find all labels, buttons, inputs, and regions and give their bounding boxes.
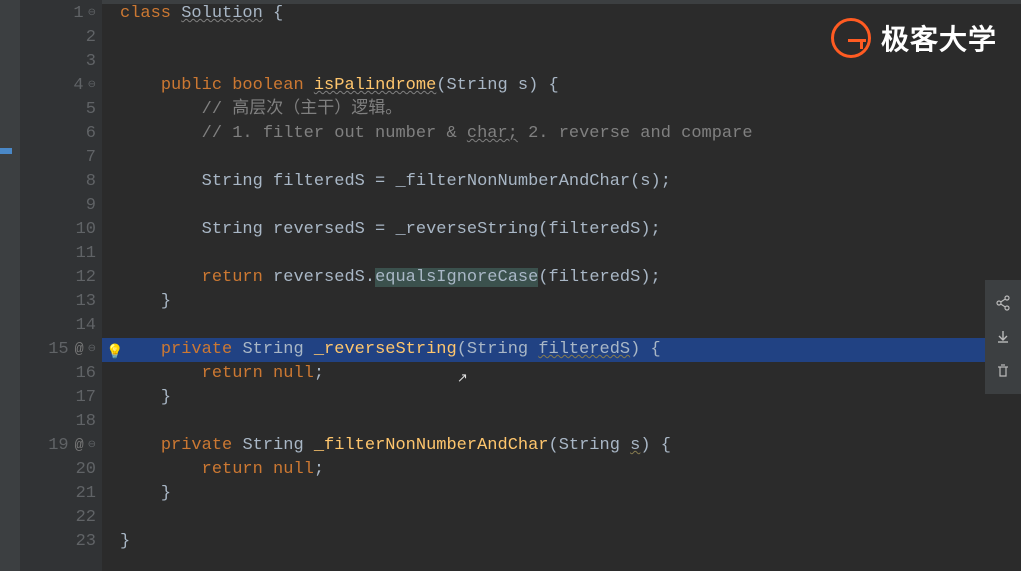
code-line — [120, 314, 1021, 338]
code-line: } — [120, 290, 1021, 314]
code-line: return null; — [120, 458, 1021, 482]
code-line: // 高层次（主干）逻辑。 — [120, 98, 1021, 122]
code-line — [120, 410, 1021, 434]
brand-text: 极客大学 — [881, 18, 997, 58]
code-area[interactable]: class Solution { public boolean isPalind… — [102, 0, 1021, 571]
delete-icon[interactable] — [985, 354, 1021, 388]
code-line — [120, 242, 1021, 266]
brand-watermark: 极客大学 — [831, 18, 997, 58]
code-editor[interactable]: 1⊖ 2 3 4⊖ 5 6 7 8 9 10 11 12 13 14 15@⊖ … — [20, 0, 1021, 571]
line-number-gutter: 1⊖ 2 3 4⊖ 5 6 7 8 9 10 11 12 13 14 15@⊖ … — [20, 0, 102, 571]
code-line: public boolean isPalindrome(String s) { — [120, 74, 1021, 98]
share-icon[interactable] — [985, 286, 1021, 320]
code-line: } — [120, 530, 1021, 554]
code-line — [120, 146, 1021, 170]
download-icon[interactable] — [985, 320, 1021, 354]
code-line: String reversedS = _reverseString(filter… — [120, 218, 1021, 242]
code-line: return reversedS.equalsIgnoreCase(filter… — [120, 266, 1021, 290]
code-line — [120, 506, 1021, 530]
vcs-change-marker — [0, 148, 12, 154]
code-line-active: 💡 private String _reverseString(String f… — [120, 338, 1021, 362]
floating-toolbar — [985, 280, 1021, 394]
code-line — [120, 194, 1021, 218]
brand-logo-icon — [831, 18, 871, 58]
left-gutter-bar — [0, 0, 20, 571]
code-line: // 1. filter out number & char; 2. rever… — [120, 122, 1021, 146]
code-line: return null; — [120, 362, 1021, 386]
code-line: } — [120, 386, 1021, 410]
code-line: String filteredS = _filterNonNumberAndCh… — [120, 170, 1021, 194]
code-line: } — [120, 482, 1021, 506]
code-line: private String _filterNonNumberAndChar(S… — [120, 434, 1021, 458]
